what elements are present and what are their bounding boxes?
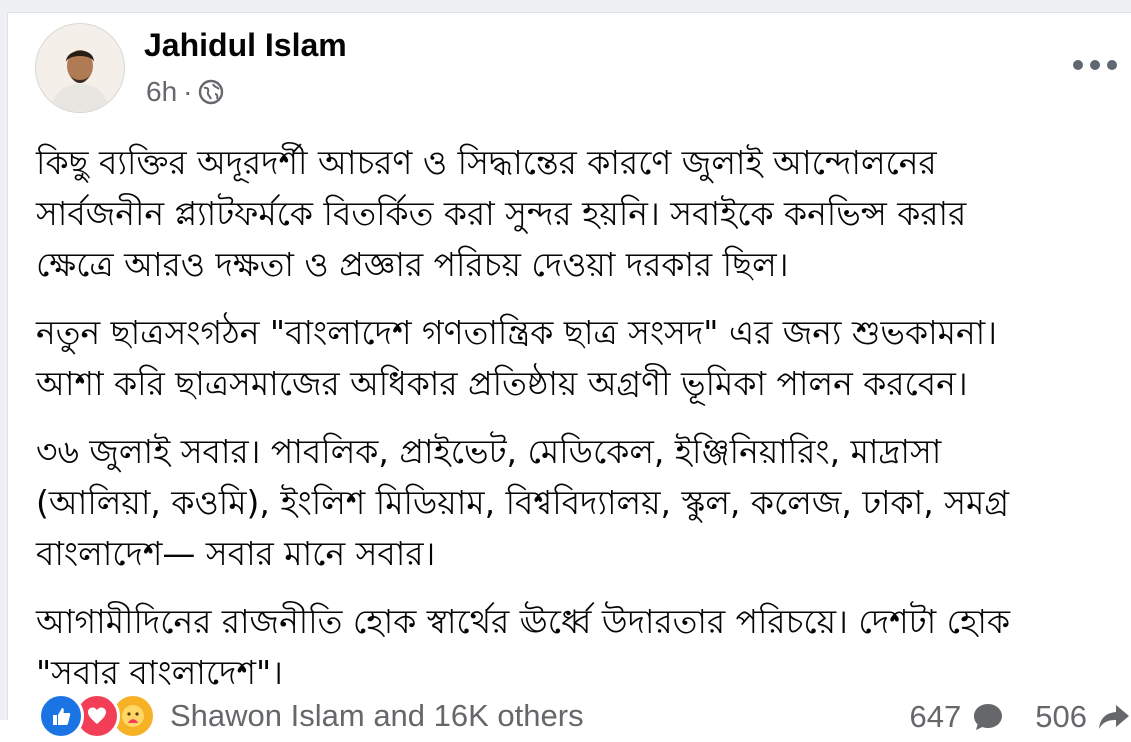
post-paragraph: ৩৬ জুলাই সবার। পাবলিক, প্রাইভেট, মেডিকেল… (36, 432, 1010, 573)
shares-count[interactable]: 506 (1035, 699, 1131, 735)
post-meta: 6h · (146, 75, 224, 109)
comment-icon (971, 700, 1005, 734)
post-paragraph: নতুন ছাত্রসংগঠন "বাংলাদেশ গণতান্ত্রিক ছা… (36, 313, 998, 403)
author-name[interactable]: Jahidul Islam (144, 25, 347, 65)
share-icon (1097, 700, 1131, 734)
post-body: কিছু ব্যক্তির অদূরদর্শী আচরণ ও সিদ্ধান্ত… (36, 137, 1116, 715)
feed-top-edge (0, 0, 1131, 13)
feed-left-edge (0, 12, 8, 720)
globe-icon (198, 79, 224, 105)
comment-count-value: 647 (909, 699, 962, 734)
like-icon (38, 693, 84, 739)
comments-count[interactable]: 647 (910, 699, 1006, 735)
meta-separator: · (183, 76, 193, 107)
profile-photo (36, 24, 124, 112)
post-card: Jahidul Islam 6h · কিছু ব্যক্তির অদূরদর্… (8, 13, 1131, 739)
post-paragraph: কিছু ব্যক্তির অদূরদর্শী আচরণ ও সিদ্ধান্ত… (36, 143, 967, 284)
reactions-bar[interactable]: Shawon Islam and 16K others (38, 690, 584, 742)
engagement-counts: 647 506 (880, 695, 1131, 739)
share-count-value: 506 (1035, 699, 1087, 734)
more-options-icon[interactable] (1073, 53, 1117, 77)
post-paragraph: আগামীদিনের রাজনীতি হোক স্বার্থের ঊর্ধ্বে… (36, 602, 1011, 692)
post-time[interactable]: 6h (146, 75, 177, 109)
reactors-summary[interactable]: Shawon Islam and 16K others (170, 698, 584, 734)
avatar[interactable] (35, 23, 125, 113)
